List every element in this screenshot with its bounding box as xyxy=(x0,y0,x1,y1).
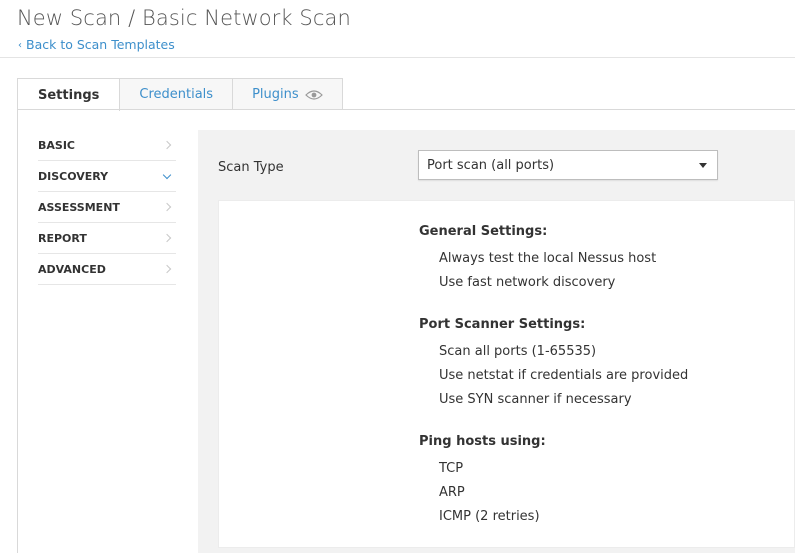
sidebar-item-assessment[interactable]: ASSESSMENT xyxy=(38,192,176,223)
ping-hosts-heading: Ping hosts using: xyxy=(419,434,546,449)
header-divider xyxy=(0,57,795,58)
chevron-down-icon xyxy=(162,170,172,179)
scan-type-summary: General Settings: Always test the local … xyxy=(218,200,795,548)
tab-credentials[interactable]: Credentials xyxy=(120,78,234,110)
chevron-right-icon xyxy=(162,264,172,274)
sidebar-item-basic[interactable]: BASIC xyxy=(38,130,176,161)
scan-type-value: Port scan (all ports) xyxy=(427,157,555,173)
scan-type-label: Scan Type xyxy=(218,160,284,175)
summary-line: ICMP (2 retries) xyxy=(439,509,540,524)
general-settings-heading: General Settings: xyxy=(419,224,548,239)
summary-line: Use fast network discovery xyxy=(439,275,616,290)
tab-settings[interactable]: Settings xyxy=(17,78,121,111)
tab-plugins[interactable]: Plugins xyxy=(233,78,343,110)
chevron-left-icon: ‹ xyxy=(18,40,22,51)
chevron-right-icon xyxy=(162,202,172,212)
tab-settings-label: Settings xyxy=(38,87,100,103)
content-border xyxy=(17,109,18,553)
back-to-templates-link[interactable]: ‹ Back to Scan Templates xyxy=(18,37,175,52)
port-scanner-settings-heading: Port Scanner Settings: xyxy=(419,317,586,332)
tab-plugins-label: Plugins xyxy=(252,87,299,102)
summary-line: Scan all ports (1-65535) xyxy=(439,344,597,359)
summary-line: TCP xyxy=(439,461,464,476)
chevron-right-icon xyxy=(162,233,172,243)
sidebar-item-advanced[interactable]: ADVANCED xyxy=(38,254,176,285)
sidebar-item-label: BASIC xyxy=(38,138,75,152)
summary-line: Use netstat if credentials are provided xyxy=(439,368,689,383)
sidebar-item-label: ASSESSMENT xyxy=(38,200,120,214)
chevron-right-icon xyxy=(162,140,172,150)
page-title: New Scan / Basic Network Scan xyxy=(17,6,351,30)
tab-credentials-label: Credentials xyxy=(139,87,214,102)
tab-bar: Settings Credentials Plugins xyxy=(17,78,343,111)
scan-type-select[interactable]: Port scan (all ports) xyxy=(418,150,718,180)
sidebar-item-label: REPORT xyxy=(38,231,87,245)
tabs-divider xyxy=(17,109,795,110)
sidebar-item-report[interactable]: REPORT xyxy=(38,223,176,254)
sidebar-item-label: DISCOVERY xyxy=(38,169,109,183)
summary-line: Always test the local Nessus host xyxy=(439,251,657,266)
eye-icon xyxy=(304,89,323,100)
back-link-label: Back to Scan Templates xyxy=(26,37,175,52)
discovery-settings-panel: Scan Type Port scan (all ports) General … xyxy=(198,130,795,553)
sidebar-item-label: ADVANCED xyxy=(38,262,106,276)
summary-line: Use SYN scanner if necessary xyxy=(439,392,632,407)
caret-down-icon xyxy=(699,163,707,168)
sidebar-item-discovery[interactable]: DISCOVERY xyxy=(38,161,176,192)
settings-sidebar: BASIC DISCOVERY ASSESSMENT REPORT ADVANC… xyxy=(38,130,176,285)
summary-line: ARP xyxy=(439,485,465,500)
